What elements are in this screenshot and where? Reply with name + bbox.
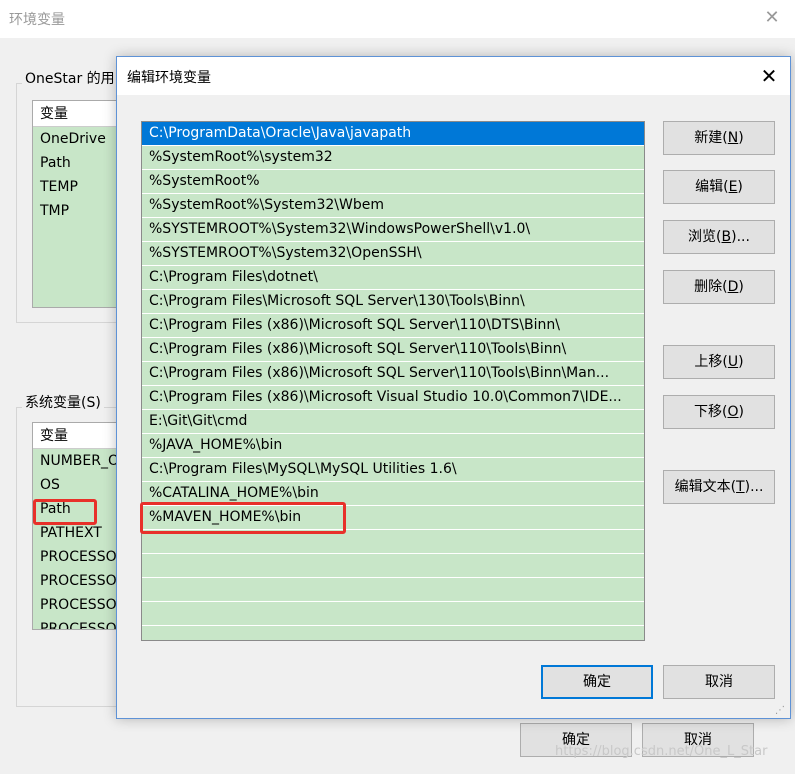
browse-button-end: )... xyxy=(731,229,750,245)
bg-window-title: 环境变量 xyxy=(9,12,65,28)
edit-text-button-end: )... xyxy=(744,479,764,495)
dialog-title: 编辑环境变量 xyxy=(127,70,211,86)
new-button-end: ) xyxy=(738,130,744,146)
browse-button-label: 浏览( xyxy=(688,229,722,245)
bg-close-icon[interactable]: ✕ xyxy=(762,6,782,30)
path-entry-row[interactable]: C:\Program Files\dotnet\ xyxy=(142,266,644,290)
path-entry-row[interactable]: %JAVA_HOME%\bin xyxy=(142,434,644,458)
dialog-cancel-button[interactable]: 取消 xyxy=(663,665,775,699)
move-down-button-mnemonic: O xyxy=(727,404,739,420)
empty-path-row[interactable] xyxy=(142,602,644,626)
move-down-button-label: 下移( xyxy=(694,404,728,420)
path-entry-row[interactable]: C:\Program Files (x86)\Microsoft SQL Ser… xyxy=(142,362,644,386)
new-button-label: 新建( xyxy=(694,130,728,146)
browse-button[interactable]: 浏览(B)... xyxy=(663,220,775,254)
edit-text-button-label: 编辑文本( xyxy=(674,479,737,495)
user-variables-list[interactable]: 变量 OneDrive Path TEMP TMP xyxy=(32,100,122,308)
edit-environment-variable-dialog: 编辑环境变量 ✕ C:\ProgramData\Oracle\Java\java… xyxy=(116,56,791,719)
edit-button-end: ) xyxy=(737,179,743,195)
move-down-button-end: ) xyxy=(738,404,744,420)
browse-button-mnemonic: B xyxy=(721,229,732,245)
delete-button[interactable]: 删除(D) xyxy=(663,270,775,304)
edit-text-button[interactable]: 编辑文本(T)... xyxy=(663,470,775,504)
user-variable-row[interactable]: Path xyxy=(33,151,121,175)
move-up-button-label: 上移( xyxy=(694,354,728,370)
maven-home-highlight-box xyxy=(140,502,346,534)
path-entry-row[interactable]: %SYSTEMROOT%\System32\WindowsPowerShell\… xyxy=(142,218,644,242)
system-variable-row[interactable]: PROCESSOR_LEVEL xyxy=(33,593,121,617)
user-variable-row[interactable]: TEMP xyxy=(33,175,121,199)
user-variable-row[interactable]: OneDrive xyxy=(33,127,121,151)
path-entry-row[interactable]: C:\Program Files\Microsoft SQL Server\13… xyxy=(142,290,644,314)
delete-button-end: ) xyxy=(738,279,744,295)
path-entry-row[interactable]: C:\Program Files (x86)\Microsoft SQL Ser… xyxy=(142,314,644,338)
path-entry-row[interactable]: C:\Program Files (x86)\Microsoft Visual … xyxy=(142,386,644,410)
path-highlight-box xyxy=(33,499,97,525)
path-entry-row[interactable]: %SystemRoot%\system32 xyxy=(142,146,644,170)
bg-title-bar: 环境变量 ✕ xyxy=(0,0,795,38)
edit-button-label: 编辑( xyxy=(695,179,729,195)
delete-button-label: 删除( xyxy=(694,279,728,295)
path-entry-row[interactable]: %SystemRoot%\System32\Wbem xyxy=(142,194,644,218)
dialog-title-bar: 编辑环境变量 ✕ xyxy=(117,57,790,95)
watermark: https://blog.csdn.net/One_L_Star xyxy=(555,744,768,759)
path-entry-row[interactable]: %SystemRoot% xyxy=(142,170,644,194)
system-variable-row[interactable]: NUMBER_OF_PROCESSORS xyxy=(33,449,121,473)
system-variable-row[interactable]: PROCESSOR_ARCHITECTURE xyxy=(33,545,121,569)
edit-text-button-mnemonic: T xyxy=(736,479,745,495)
new-button-mnemonic: N xyxy=(727,130,739,146)
edit-button[interactable]: 编辑(E) xyxy=(663,170,775,204)
path-entries-list[interactable]: C:\ProgramData\Oracle\Java\javapath %Syst… xyxy=(141,121,645,641)
path-entry-row[interactable]: C:\ProgramData\Oracle\Java\javapath xyxy=(142,122,644,146)
dialog-close-icon[interactable]: ✕ xyxy=(757,64,781,88)
move-up-button-end: ) xyxy=(738,354,744,370)
system-variable-row[interactable]: OS xyxy=(33,473,121,497)
path-entry-row[interactable]: C:\Program Files\MySQL\MySQL Utilities 1… xyxy=(142,458,644,482)
path-entry-row[interactable]: %SYSTEMROOT%\System32\OpenSSH\ xyxy=(142,242,644,266)
empty-path-row[interactable] xyxy=(142,578,644,602)
move-up-button[interactable]: 上移(U) xyxy=(663,345,775,379)
move-up-button-mnemonic: U xyxy=(727,354,739,370)
delete-button-mnemonic: D xyxy=(727,279,739,295)
empty-path-row[interactable] xyxy=(142,554,644,578)
path-entry-row[interactable]: C:\Program Files (x86)\Microsoft SQL Ser… xyxy=(142,338,644,362)
system-list-column-header[interactable]: 变量 xyxy=(33,423,121,449)
system-variable-row[interactable]: PROCESSOR_REVISION xyxy=(33,617,121,629)
user-variable-row[interactable]: TMP xyxy=(33,199,121,223)
system-variables-label: 系统变量(S) xyxy=(22,392,104,412)
resize-grip-icon[interactable]: ⋰ xyxy=(775,705,787,717)
user-variables-label: OneStar 的用 xyxy=(22,68,118,88)
system-variable-row[interactable]: PROCESSOR_IDENTIFIER xyxy=(33,569,121,593)
path-entry-row[interactable]: E:\Git\Git\cmd xyxy=(142,410,644,434)
move-down-button[interactable]: 下移(O) xyxy=(663,395,775,429)
user-list-column-header[interactable]: 变量 xyxy=(33,101,121,127)
system-variables-list[interactable]: 变量 NUMBER_OF_PROCESSORSOSPathPATHEXTPROC… xyxy=(32,422,122,630)
dialog-ok-button[interactable]: 确定 xyxy=(541,665,653,699)
new-button[interactable]: 新建(N) xyxy=(663,121,775,155)
